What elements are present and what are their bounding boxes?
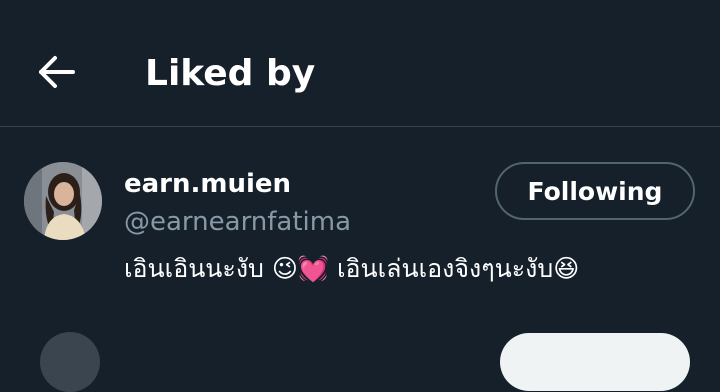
user-bio: เอินเอินนะงับ 😉💓 เอินเล่นเองจิงๆนะงับ😆 [124,254,580,283]
next-user-follow-button[interactable] [500,333,690,391]
user-avatar-icon [24,162,102,240]
user-handle: @earnearnfatima [124,207,352,237]
top-bar: Liked by [0,0,720,127]
arrow-left-icon [39,56,75,88]
next-user-avatar[interactable] [40,332,100,392]
avatar[interactable] [24,162,102,240]
following-button[interactable]: Following [495,162,695,220]
user-cell[interactable]: earn.muien @earnearnfatima เอินเอินนะงับ… [0,128,720,337]
display-name[interactable]: earn.muien [124,166,291,202]
page-title: Liked by [145,53,316,94]
back-button[interactable] [34,52,78,96]
